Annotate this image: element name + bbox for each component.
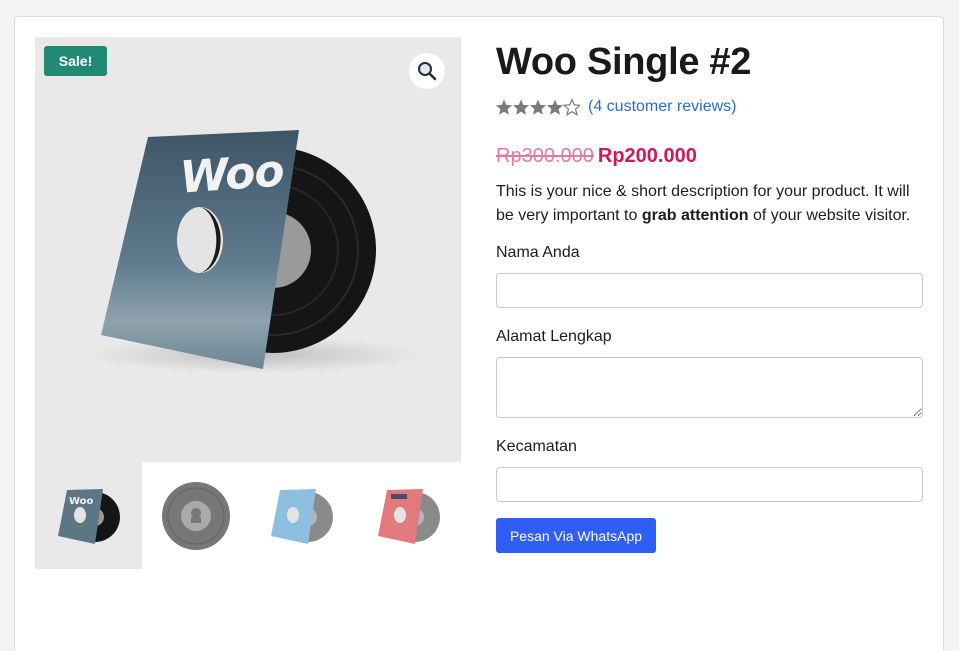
thumbnail-image-grey-vinyl	[161, 482, 230, 550]
sale-badge: Sale!	[44, 46, 107, 76]
vinyl-album-image	[85, 130, 425, 373]
thumbnail-1[interactable]: Woo	[35, 462, 142, 569]
thumbnail-image-red-vinyl	[377, 489, 440, 544]
description-text-end: of your website visitor.	[748, 207, 911, 224]
thumbnail-2[interactable]	[141, 462, 248, 569]
magnifier-icon	[418, 62, 437, 81]
thumbnail-strip: Woo	[35, 462, 461, 569]
address-label: Alamat Lengkap	[496, 328, 612, 345]
name-label: Nama Anda	[496, 244, 580, 261]
main-product-image[interactable]: Woo Sale!	[35, 37, 461, 462]
rating-row: (4 customer reviews)	[496, 96, 923, 118]
name-input[interactable]	[496, 273, 923, 308]
order-via-whatsapp-button[interactable]: Pesan Via WhatsApp	[496, 518, 656, 553]
thumbnail-image-blue-vinyl	[271, 489, 333, 544]
star-rating	[496, 98, 580, 116]
star-icon	[496, 98, 580, 116]
address-textarea[interactable]	[496, 357, 923, 418]
thumbnail-3[interactable]	[248, 462, 355, 569]
zoom-button[interactable]	[409, 53, 445, 89]
price: Rp300.000 Rp200.000	[496, 142, 923, 170]
customer-reviews-link[interactable]: (4 customer reviews)	[588, 98, 736, 116]
album-cover-title: Woo	[178, 145, 286, 204]
short-description: This is your nice & short description fo…	[496, 180, 923, 228]
product-summary: Woo Single #2 (4 customer reviews) Rp300…	[496, 38, 923, 553]
thumbnail-image-black-vinyl: Woo	[58, 489, 120, 544]
product-gallery: Woo Sale! Woo	[35, 37, 461, 569]
product-title: Woo Single #2	[496, 41, 752, 83]
sale-price: Rp200.000	[597, 144, 697, 167]
thumbnail-4[interactable]	[354, 462, 461, 569]
district-input[interactable]	[496, 467, 923, 502]
regular-price: Rp300.000	[496, 144, 594, 167]
svg-text:Woo: Woo	[69, 496, 94, 507]
district-label: Kecamatan	[496, 438, 577, 455]
description-bold-text: grab attention	[641, 207, 749, 224]
